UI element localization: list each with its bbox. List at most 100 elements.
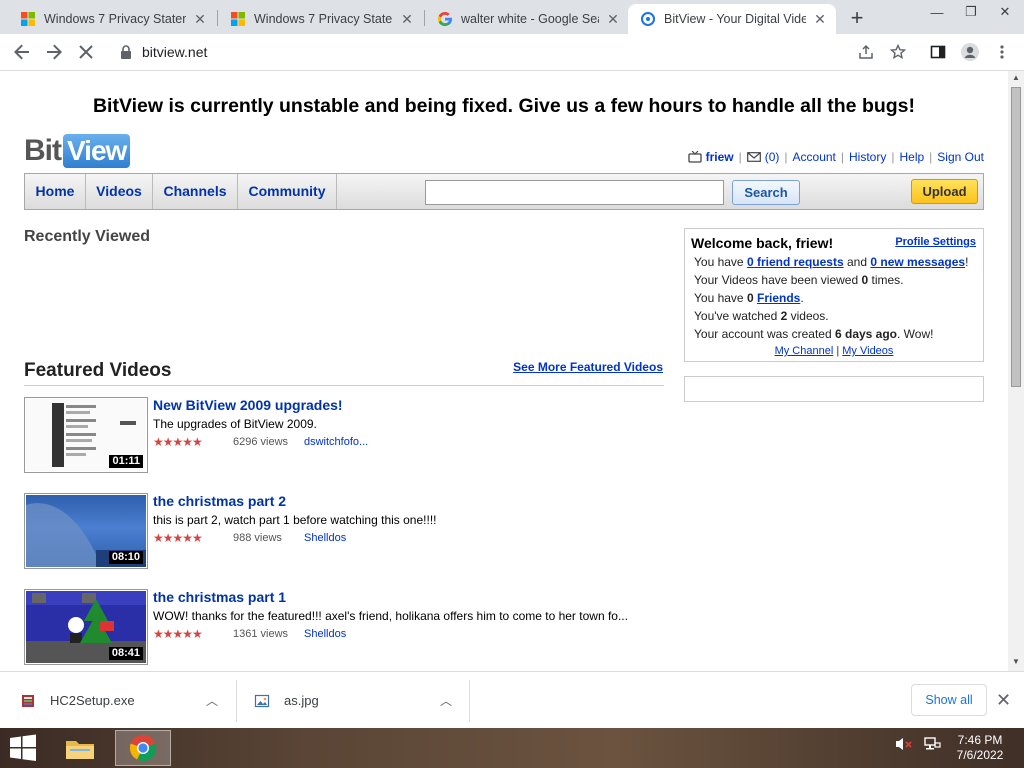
microsoft-icon bbox=[231, 12, 245, 26]
text: times. bbox=[868, 273, 904, 287]
new-tab-plus-icon[interactable]: + bbox=[845, 5, 869, 30]
download-item-hc2setup[interactable]: HC2Setup.exe ︿ bbox=[20, 672, 228, 729]
see-more-featured-link[interactable]: See More Featured Videos bbox=[513, 360, 663, 374]
tab-windows-privacy-1[interactable]: Windows 7 Privacy Statem ✕ bbox=[8, 4, 216, 34]
scroll-down-icon[interactable]: ▼ bbox=[1012, 657, 1020, 666]
bitview-icon bbox=[641, 12, 655, 26]
search-input[interactable] bbox=[425, 180, 724, 205]
tab-title: BitView - Your Digital Vide bbox=[664, 12, 806, 26]
scroll-up-icon[interactable]: ▲ bbox=[1012, 73, 1020, 82]
nav-community[interactable]: Community bbox=[238, 174, 337, 209]
profile-line-watched: You've watched 2 videos. bbox=[691, 309, 977, 323]
my-channel-link[interactable]: My Channel bbox=[775, 345, 834, 357]
windows-start-icon[interactable] bbox=[8, 734, 38, 762]
bitview-logo[interactable]: Bit View bbox=[24, 133, 131, 169]
tab-title: Windows 7 Privacy Statem bbox=[44, 12, 186, 26]
network-icon[interactable] bbox=[923, 736, 941, 752]
tab-windows-privacy-2[interactable]: Windows 7 Privacy Statem ✕ bbox=[218, 4, 423, 34]
video-views: 6296 views bbox=[233, 436, 289, 448]
separator: | bbox=[891, 150, 895, 164]
divider bbox=[24, 385, 664, 386]
tab-close-icon[interactable]: ✕ bbox=[192, 11, 208, 27]
taskbar-chrome[interactable] bbox=[115, 730, 171, 766]
text: You've watched bbox=[694, 309, 781, 323]
bookmark-star-icon[interactable] bbox=[884, 38, 912, 66]
profile-settings-link[interactable]: Profile Settings bbox=[895, 236, 976, 248]
page-viewport: BitView is currently unstable and being … bbox=[0, 71, 1008, 671]
rating-stars-icon: ★★★★★ bbox=[153, 435, 203, 449]
installer-icon bbox=[22, 694, 34, 707]
empty-sidebar-box bbox=[684, 376, 984, 402]
scrollbar-thumb[interactable] bbox=[1011, 87, 1021, 387]
separator: | bbox=[836, 345, 840, 357]
tab-close-icon[interactable]: ✕ bbox=[399, 11, 415, 27]
chevron-up-icon[interactable]: ︿ bbox=[440, 692, 452, 709]
download-filename: as.jpg bbox=[284, 693, 319, 708]
profile-line-requests: You have 0 friend requests and 0 new mes… bbox=[691, 255, 977, 269]
page-scrollbar[interactable]: ▲ ▼ bbox=[1008, 71, 1024, 671]
featured-videos-heading: Featured Videos bbox=[24, 360, 172, 381]
friends-link[interactable]: Friends bbox=[757, 291, 800, 305]
mail-icon[interactable] bbox=[746, 152, 761, 162]
video-views: 1361 views bbox=[233, 628, 289, 640]
separator: | bbox=[840, 150, 845, 164]
video-thumbnail[interactable]: 08:10 bbox=[24, 493, 148, 569]
close-downloads-icon[interactable]: ✕ bbox=[996, 690, 1011, 711]
video-author-link[interactable]: Shelldos bbox=[304, 532, 346, 544]
inbox-count[interactable]: (0) bbox=[765, 150, 780, 164]
username-link[interactable]: friew bbox=[706, 150, 734, 164]
side-panel-icon[interactable] bbox=[924, 38, 952, 66]
user-links: friew | (0) | Account | History | Help |… bbox=[687, 150, 984, 164]
chevron-up-icon[interactable]: ︿ bbox=[206, 692, 218, 709]
video-thumbnail[interactable]: 08:41 bbox=[24, 589, 148, 665]
friend-requests-link[interactable]: 0 friend requests bbox=[747, 255, 844, 269]
logo-part-bit: Bit bbox=[24, 134, 62, 167]
text: Your account was created bbox=[694, 327, 835, 341]
featured-video-item: 08:41 the christmas part 1 WOW! thanks f… bbox=[24, 589, 664, 665]
video-author-link[interactable]: Shelldos bbox=[304, 628, 346, 640]
forward-arrow-icon[interactable] bbox=[40, 38, 68, 66]
google-icon bbox=[437, 12, 452, 26]
video-duration: 08:41 bbox=[108, 647, 143, 660]
downloads-bar: HC2Setup.exe ︿ as.jpg ︿ Show all ✕ bbox=[0, 671, 1024, 728]
video-thumbnail[interactable]: 01:11 bbox=[24, 397, 148, 473]
kebab-menu-icon[interactable] bbox=[988, 38, 1016, 66]
share-icon[interactable] bbox=[852, 38, 880, 66]
volume-muted-icon[interactable] bbox=[895, 736, 913, 752]
my-videos-link[interactable]: My Videos bbox=[842, 345, 893, 357]
search-button[interactable]: Search bbox=[732, 180, 800, 205]
download-item-asjpg[interactable]: as.jpg ︿ bbox=[254, 672, 462, 729]
download-filename: HC2Setup.exe bbox=[50, 693, 135, 708]
divider bbox=[236, 680, 237, 722]
system-clock[interactable]: 7:46 PM 7/6/2022 bbox=[944, 733, 1016, 763]
nav-channels[interactable]: Channels bbox=[153, 174, 238, 209]
help-link[interactable]: Help bbox=[899, 150, 924, 164]
show-all-downloads-button[interactable]: Show all bbox=[911, 684, 987, 716]
account-link[interactable]: Account bbox=[793, 150, 836, 164]
nav-home[interactable]: Home bbox=[25, 174, 86, 209]
tab-close-icon[interactable]: ✕ bbox=[605, 11, 621, 27]
text: ! bbox=[965, 255, 969, 269]
sign-out-link[interactable]: Sign Out bbox=[937, 150, 984, 164]
restore-icon[interactable]: ❐ bbox=[954, 0, 988, 24]
new-messages-link[interactable]: 0 new messages bbox=[870, 255, 965, 269]
video-title-link[interactable]: the christmas part 2 bbox=[153, 493, 653, 509]
tab-title: Windows 7 Privacy Statem bbox=[254, 12, 393, 26]
clock-date: 7/6/2022 bbox=[956, 748, 1004, 762]
tab-google-search[interactable]: walter white - Google Sear ✕ bbox=[425, 4, 629, 34]
window-close-icon[interactable]: ✕ bbox=[988, 0, 1022, 24]
video-author-link[interactable]: dswitchfofo... bbox=[304, 436, 368, 448]
taskbar-file-explorer[interactable] bbox=[52, 730, 108, 766]
tab-bitview-active[interactable]: BitView - Your Digital Vide ✕ bbox=[628, 4, 836, 34]
video-title-link[interactable]: the christmas part 1 bbox=[153, 589, 653, 605]
tab-close-icon[interactable]: ✕ bbox=[812, 11, 828, 27]
profile-avatar-icon[interactable] bbox=[956, 38, 984, 66]
nav-videos[interactable]: Videos bbox=[86, 174, 153, 209]
history-link[interactable]: History bbox=[849, 150, 886, 164]
video-title-link[interactable]: New BitView 2009 upgrades! bbox=[153, 397, 653, 413]
minimize-icon[interactable]: — bbox=[920, 0, 954, 24]
back-arrow-icon[interactable] bbox=[8, 38, 36, 66]
stop-loading-icon[interactable] bbox=[72, 38, 100, 66]
upload-button[interactable]: Upload bbox=[911, 179, 978, 204]
divider bbox=[469, 680, 470, 722]
